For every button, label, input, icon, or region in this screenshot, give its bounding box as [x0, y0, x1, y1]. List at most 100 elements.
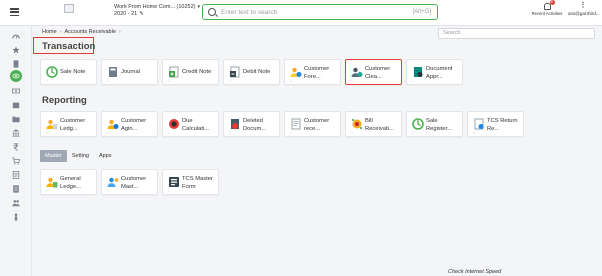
- deleted-documents-icon: [229, 118, 241, 130]
- page: Work From Home Com... (10252) ▾ 2020 - 21…: [0, 0, 602, 276]
- document-approval-icon: [412, 66, 424, 78]
- breadcrumb: Home › Accounts Receivable ›: [42, 29, 124, 35]
- module-tabs: Master Setting Apps: [40, 150, 116, 162]
- folder-icon[interactable]: [12, 115, 20, 123]
- accounts-receivable-eye-icon[interactable]: [10, 70, 22, 82]
- journal-icon: [107, 66, 119, 78]
- master-tile[interactable]: Customer Mast... ☆: [101, 169, 158, 195]
- reporting-heading: Reporting: [42, 95, 87, 106]
- reporting-tile[interactable]: Sale Register... ☆: [406, 111, 463, 137]
- tile-label: Sale Note: [60, 69, 86, 75]
- transaction-tile[interactable]: Debit Note ☆: [223, 59, 280, 85]
- recent-activities-button[interactable]: 6 Recent Activities: [530, 0, 564, 16]
- hamburger-menu-icon[interactable]: [10, 8, 19, 17]
- search-icon: [208, 8, 216, 16]
- dashboard-icon[interactable]: [12, 32, 20, 40]
- star-icon[interactable]: [12, 46, 20, 54]
- favorite-star-icon[interactable]: ☆: [411, 130, 415, 135]
- tile-label: Document Appr...: [426, 66, 453, 80]
- ledger-icon[interactable]: [12, 185, 20, 193]
- tile-label: Sale Register...: [426, 118, 453, 132]
- sidebar: [0, 26, 32, 276]
- bell-icon: 6: [543, 0, 555, 10]
- breadcrumb-current[interactable]: Accounts Receivable: [65, 29, 116, 35]
- bank-icon[interactable]: [12, 129, 20, 137]
- sale-note-icon: [46, 66, 58, 78]
- tile-label: General Ledge...: [60, 176, 81, 190]
- box-icon[interactable]: [12, 101, 20, 109]
- debit-note-icon: [229, 66, 241, 78]
- reporting-tile[interactable]: TCS Return Re... ☆: [467, 111, 524, 137]
- person-icon[interactable]: [12, 213, 20, 221]
- rupee-icon[interactable]: [12, 143, 20, 151]
- transaction-tile[interactable]: Sale Note ☆: [40, 59, 97, 85]
- edit-icon[interactable]: ✎: [139, 11, 144, 18]
- company-selector[interactable]: Work From Home Com... (10252) ▾ 2020 - 21…: [114, 4, 200, 18]
- favorite-star-icon[interactable]: ☆: [350, 130, 354, 135]
- tab-setting[interactable]: Setting: [67, 150, 94, 162]
- breadcrumb-home[interactable]: Home: [42, 29, 57, 35]
- favorite-star-icon[interactable]: ☆: [106, 188, 110, 193]
- master-tile[interactable]: TCS Master Form ☆: [162, 169, 219, 195]
- document-icon[interactable]: [12, 60, 20, 68]
- transaction-tile[interactable]: Document Appr... ☆: [406, 59, 463, 85]
- favorite-star-icon[interactable]: ☆: [228, 78, 232, 83]
- transaction-tile[interactable]: Credit Note ☆: [162, 59, 219, 85]
- favorite-star-icon[interactable]: ☆: [45, 78, 49, 83]
- transaction-tile[interactable]: Customer Fore... ☆: [284, 59, 341, 85]
- company-name: Work From Home Com... (10252): [114, 4, 196, 10]
- check-internet-speed-link[interactable]: Check Internet Speed: [448, 269, 501, 275]
- tab-apps[interactable]: Apps: [94, 150, 117, 162]
- favorite-star-icon[interactable]: ☆: [289, 130, 293, 135]
- search-shortcut: [Alt+G]: [412, 9, 431, 15]
- general-ledger-icon: [46, 176, 58, 188]
- master-tile[interactable]: General Ledge... ☆: [40, 169, 97, 195]
- favorite-star-icon[interactable]: ☆: [106, 130, 110, 135]
- top-header: Work From Home Com... (10252) ▾ 2020 - 21…: [0, 0, 602, 26]
- tile-label: Customer Fore...: [304, 66, 330, 80]
- favorite-star-icon[interactable]: ☆: [411, 78, 415, 83]
- reporting-tile[interactable]: Deleted Docum... ☆: [223, 111, 280, 137]
- favorite-star-icon[interactable]: ☆: [45, 130, 49, 135]
- customer-forex-icon: [290, 66, 302, 78]
- favorite-star-icon[interactable]: ☆: [228, 130, 232, 135]
- breadcrumb-separator: ›: [59, 29, 62, 35]
- notification-badge: 6: [549, 0, 555, 5]
- transaction-heading: Transaction: [42, 41, 96, 52]
- tile-label: Credit Note: [182, 69, 212, 75]
- customer-master-icon: [107, 176, 119, 188]
- reporting-tile[interactable]: Due Calculati... ☆: [162, 111, 219, 137]
- favorite-star-icon[interactable]: ☆: [472, 130, 476, 135]
- due-calculation-icon: [168, 118, 180, 130]
- financial-year: 2020 - 21: [114, 11, 138, 17]
- chevron-down-icon[interactable]: ▾: [198, 4, 201, 10]
- tcs-master-icon: [168, 176, 180, 188]
- users-icon[interactable]: [12, 199, 20, 207]
- favorite-star-icon[interactable]: ☆: [350, 78, 354, 83]
- reporting-tile[interactable]: Customer rece... ☆: [284, 111, 341, 137]
- favorite-star-icon[interactable]: ☆: [106, 78, 110, 83]
- favorite-star-icon[interactable]: ☆: [167, 130, 171, 135]
- page-search-input[interactable]: Search: [438, 28, 595, 39]
- reporting-tile[interactable]: Customer Ledg... ☆: [40, 111, 97, 137]
- transaction-tile[interactable]: Customer Clea... ☆: [345, 59, 402, 85]
- transaction-tile[interactable]: Journal ☆: [101, 59, 158, 85]
- bill-receivable-icon: [351, 118, 363, 130]
- favorite-star-icon[interactable]: ☆: [167, 188, 171, 193]
- invoice-icon[interactable]: [12, 171, 20, 179]
- more-options-icon[interactable]: ⋮: [568, 2, 598, 9]
- favorite-star-icon[interactable]: ☆: [45, 188, 49, 193]
- tile-label: Customer Mast...: [121, 176, 147, 190]
- favorite-star-icon[interactable]: ☆: [167, 78, 171, 83]
- global-search-input[interactable]: Enter text to search [Alt+G]: [202, 4, 438, 20]
- reporting-tile[interactable]: Bill Receivab... ☆: [345, 111, 402, 137]
- cart-icon[interactable]: [12, 157, 20, 165]
- tab-master[interactable]: Master: [40, 150, 67, 162]
- reporting-tile[interactable]: Customer Agin... ☆: [101, 111, 158, 137]
- customer-ageing-icon: [107, 118, 119, 130]
- favorite-star-icon[interactable]: ☆: [289, 78, 293, 83]
- tcs-return-icon: [473, 118, 485, 130]
- tile-label: Deleted Docum...: [243, 118, 267, 132]
- user-menu[interactable]: ⋮ ans@gal.third...: [568, 2, 600, 16]
- money-icon[interactable]: [12, 87, 20, 95]
